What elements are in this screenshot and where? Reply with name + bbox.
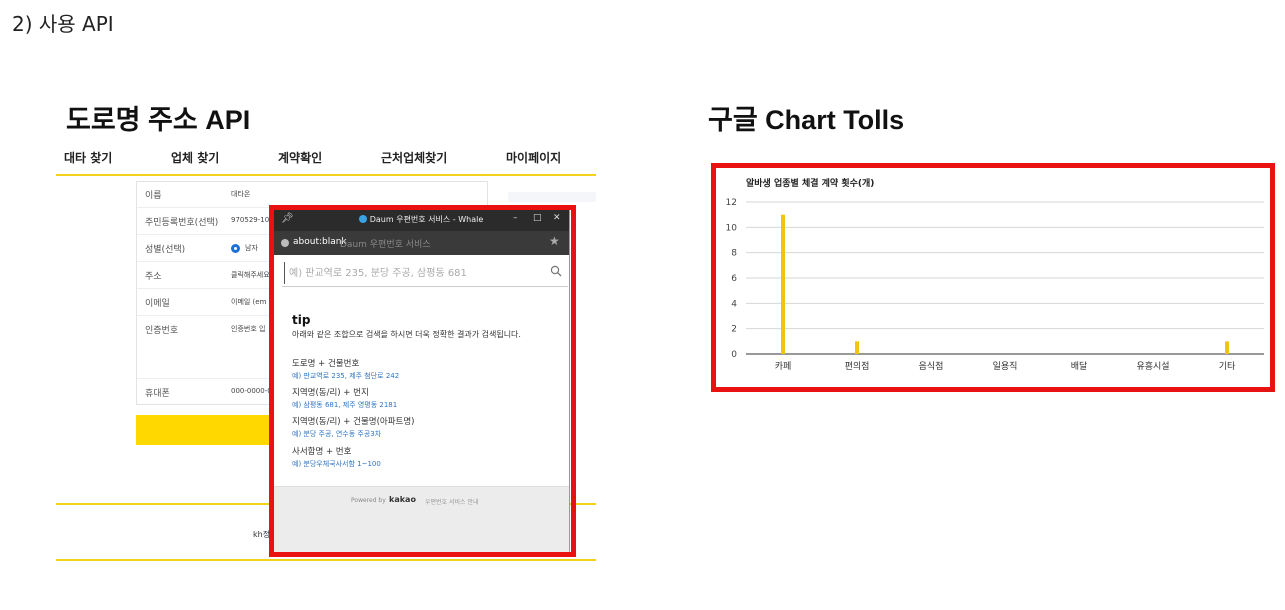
rrn-label: 주민등록번호(선택) xyxy=(145,218,219,228)
nav-find-substitute[interactable]: 대타 찾기 xyxy=(64,149,112,166)
gender-radio[interactable] xyxy=(231,244,240,253)
section-title-google-chart-tools: 구글 Chart Tolls xyxy=(708,105,905,135)
nav-mypage[interactable]: 마이페이지 xyxy=(506,149,561,166)
name-field[interactable]: 대타온 xyxy=(231,189,250,199)
phone-label: 휴대폰 xyxy=(145,389,170,399)
gender-value: 남자 xyxy=(245,244,258,252)
top-nav: 대타 찾기 업체 찾기 계약확인 근처업체찾기 마이페이지 xyxy=(56,140,596,176)
highlight-box-chart xyxy=(711,163,1275,392)
gender-label: 성별(선택) xyxy=(145,245,186,255)
nav-nearby-company[interactable]: 근처업체찾기 xyxy=(381,149,447,166)
phone-field[interactable]: 000-0000-0 xyxy=(231,387,272,395)
page-heading: 2) 사용 API xyxy=(12,12,114,36)
side-link[interactable] xyxy=(508,192,596,202)
email-field[interactable]: 이메일 (em xyxy=(231,297,266,307)
footer-text: kh정 xyxy=(253,530,271,539)
address-field[interactable]: 클릭해주세요 xyxy=(231,270,270,280)
name-label: 이름 xyxy=(145,191,162,201)
rrn-field[interactable]: 970529-100 xyxy=(231,216,274,224)
nav-find-company[interactable]: 업체 찾기 xyxy=(171,149,219,166)
email-label: 이메일 xyxy=(145,299,170,309)
auth-label: 인증번호 xyxy=(145,326,179,336)
address-label: 주소 xyxy=(145,272,162,282)
auth-field[interactable]: 인증번호 입 xyxy=(231,324,265,334)
section-title-road-address-api: 도로명 주소 API xyxy=(66,105,251,135)
highlight-box-popup xyxy=(269,205,576,557)
nav-contract-check[interactable]: 계약확인 xyxy=(278,149,322,166)
footer-divider-bottom xyxy=(56,559,596,561)
